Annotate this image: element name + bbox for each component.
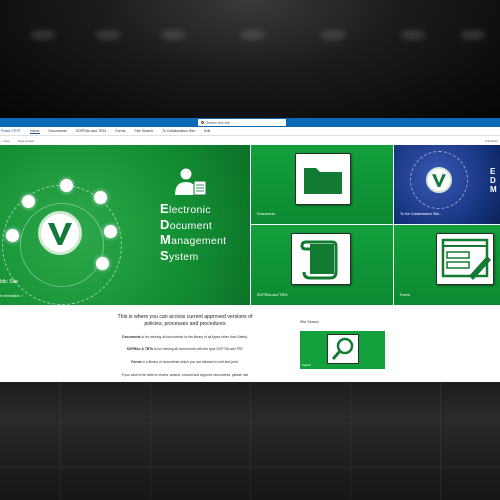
sopras-tile[interactable]: SOPRAs and TBTs: [251, 225, 393, 305]
nav-item-home[interactable]: Home: [29, 129, 40, 134]
nav-item-edit[interactable]: Edit: [204, 129, 210, 133]
scroll-icon: [291, 233, 351, 285]
documents-tile[interactable]: Documents: [251, 145, 393, 224]
site-title[interactable]: Public TEST: [1, 129, 21, 133]
intro-line-documents: Documents is for viewing all documents i…: [122, 335, 248, 339]
hero-banner[interactable]: Electronic Document Management System bl…: [0, 145, 250, 305]
edms-title: Electronic Document Management System: [160, 201, 227, 263]
hero-more-info-link[interactable]: re information ↗: [0, 294, 23, 298]
collab-letters: EDM: [490, 167, 497, 194]
company-logo-icon: [38, 211, 82, 255]
chart-icon: [6, 229, 19, 242]
room-backdrop: [0, 0, 500, 118]
intro-line-sopras: SOPRAs & TBTs is for viewing all documen…: [126, 347, 244, 351]
site-search-heading: Site Search: [300, 320, 319, 324]
intro-line-review: If you wish to be able to review, amend,…: [121, 373, 249, 377]
intro-line-forms: Forms is a library of documents which yo…: [131, 360, 239, 364]
intro-heading: This is where you can access current app…: [117, 314, 253, 327]
person-reading-icon: [175, 168, 207, 196]
intro-section: This is where you can access current app…: [0, 305, 500, 382]
suite-bar: Search this site: [0, 118, 500, 127]
site-navigation: Public TEST Home Documents SOPRAs and TB…: [0, 127, 500, 136]
nav-item-sopras[interactable]: SOPRAs and TBTs: [76, 129, 107, 133]
folder-icon: [295, 153, 351, 205]
document-icon: [94, 191, 107, 204]
nav-item-site-search[interactable]: Site Search: [134, 129, 153, 133]
magnifier-icon: [327, 334, 359, 364]
sharepoint-page: Search this site Public TEST Home Docume…: [0, 118, 500, 382]
collab-logo-icon: [426, 167, 452, 193]
nav-item-forms[interactable]: Forms: [115, 129, 125, 133]
forms-tile-label: Forms: [400, 293, 411, 297]
site-search-tile-label: Search: [302, 363, 311, 367]
form-edit-icon: [436, 233, 494, 285]
collaboration-tile-label: To the Collaboration Site...: [400, 212, 443, 216]
forms-tile[interactable]: Forms: [394, 225, 500, 305]
documents-tile-label: Documents: [257, 212, 276, 216]
site-search-tile[interactable]: Search: [300, 331, 385, 369]
new-button[interactable]: + New: [1, 139, 10, 143]
command-bar: + New Page details Published: [0, 136, 500, 145]
search-icon: [201, 121, 204, 124]
published-status: Published: [484, 138, 498, 143]
lightbulb-icon: [60, 179, 73, 192]
hero-caption: blic Site: [0, 279, 19, 285]
sopras-tile-label: SOPRAs and TBTs: [257, 293, 288, 297]
floor: [0, 382, 500, 500]
nav-item-collaboration[interactable]: To Collaboration Site: [162, 129, 195, 133]
collaboration-tile[interactable]: EDM To the Collaboration Site...: [394, 145, 500, 224]
search-placeholder: Search this site: [206, 120, 230, 125]
page-details-button[interactable]: Page details: [18, 139, 35, 143]
checklist-icon: [104, 225, 117, 238]
search-input[interactable]: Search this site: [198, 119, 286, 126]
monitor-icon: [96, 257, 109, 270]
nav-item-documents[interactable]: Documents: [49, 129, 67, 133]
gear-icon: [22, 195, 35, 208]
